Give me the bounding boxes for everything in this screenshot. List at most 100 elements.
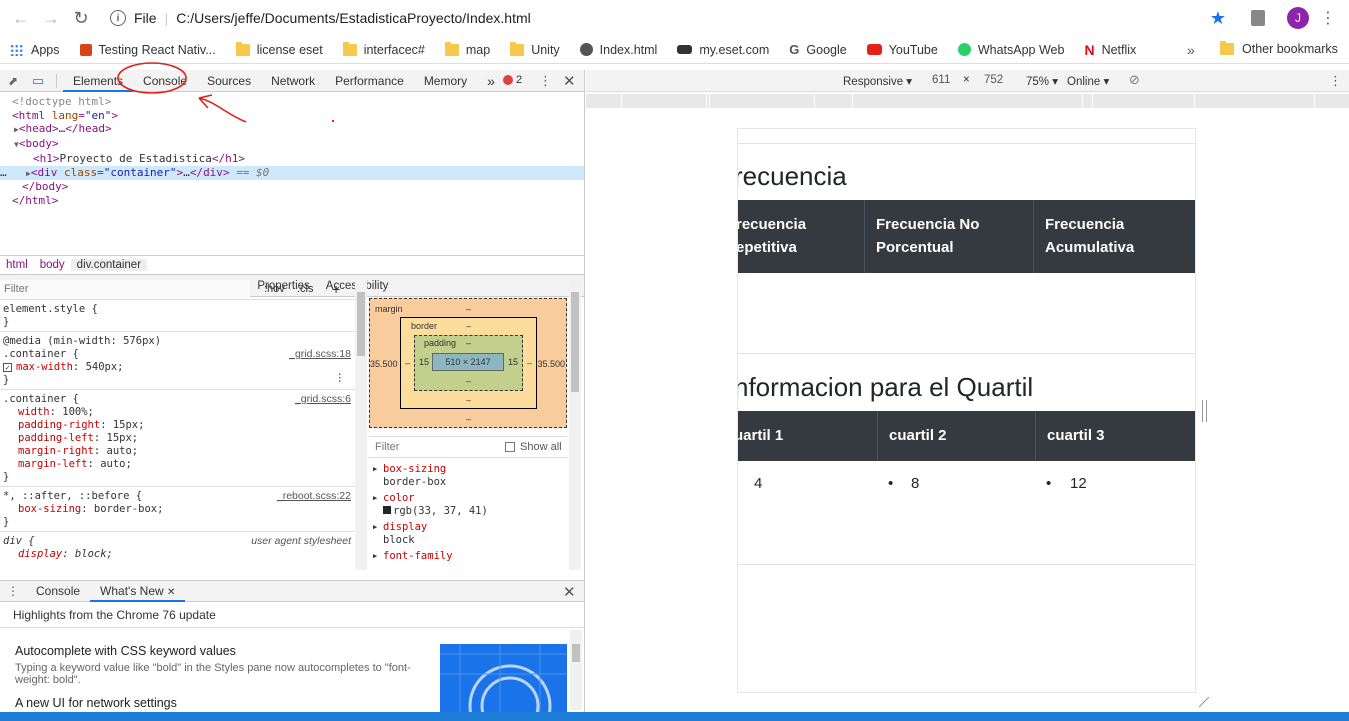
address-bar: ← → ↻ i File | C:/Users/jeffe/Documents/… [0, 0, 1349, 36]
bookmark-apps[interactable]: Apps [10, 43, 60, 57]
scrollbar-thumb[interactable] [571, 292, 579, 392]
bookmark-google[interactable]: G Google [789, 42, 846, 57]
bookmark-license-eset[interactable]: license eset [235, 41, 323, 57]
bookmark-testing-react[interactable]: Testing React Nativ... [79, 43, 216, 57]
dom-h1[interactable]: <h1>Proyecto de Estadistica</h1> [0, 152, 584, 166]
reload-button[interactable]: ↻ [66, 3, 96, 33]
device-toolbar-menu-icon[interactable]: ⋮ [1329, 73, 1342, 89]
url-text[interactable]: C:/Users/jeffe/Documents/EstadisticaProy… [176, 10, 531, 26]
resize-handle-corner[interactable] [1199, 697, 1209, 707]
error-count: 2 [516, 74, 523, 86]
computed-prop[interactable]: ▶ box-sizing border-box [369, 463, 567, 488]
tabs-overflow-button[interactable]: » [477, 70, 505, 92]
computed-prop[interactable]: ▶ font-family [369, 550, 567, 563]
crumb-body[interactable]: body [34, 259, 71, 271]
resize-handle-right[interactable] [1202, 400, 1207, 422]
viewport-height-input[interactable]: 752 [984, 74, 1003, 86]
dom-html-open[interactable]: <html lang="en"> [0, 109, 584, 123]
border-left-value: – [405, 358, 411, 368]
devtools-menu-icon[interactable]: ⋮ [539, 73, 552, 89]
bookmark-map[interactable]: map [444, 41, 490, 57]
header-line: Frecuencia [1045, 216, 1125, 233]
bookmark-index-html[interactable]: Index.html [579, 43, 657, 57]
dom-doctype[interactable]: <!doctype html> [0, 95, 584, 109]
rule-media-container[interactable]: @media (min-width: 576px) .container { _… [0, 332, 355, 390]
add-rule-icon[interactable]: + [332, 281, 340, 297]
rotate-icon[interactable]: ⊘ [1129, 72, 1140, 88]
bookmark-label: Unity [531, 42, 560, 57]
dom-body-close[interactable]: </body> [0, 180, 584, 194]
rule-container[interactable]: .container { _grid.scss:6 width: 100%; p… [0, 390, 355, 487]
drawer-tab-console[interactable]: Console [26, 580, 90, 602]
device-toggle-icon[interactable]: ▭ [26, 73, 50, 89]
bookmark-whatsapp[interactable]: WhatsApp Web [957, 43, 1064, 57]
source-link[interactable]: _reboot.scss:22 [277, 490, 351, 503]
network-throttle-select[interactable]: Online ▾ [1067, 74, 1109, 88]
avatar[interactable]: J [1283, 3, 1313, 33]
hov-toggle[interactable]: :hov [264, 283, 285, 295]
rule-element-style[interactable]: element.style { } [0, 300, 355, 332]
show-all-checkbox[interactable] [505, 442, 515, 452]
crumb-html[interactable]: html [0, 259, 34, 271]
tab-network[interactable]: Network [261, 70, 325, 92]
scrollbar-thumb[interactable] [572, 644, 580, 662]
computed-prop[interactable]: ▶ display block [369, 521, 567, 546]
box-model-padding[interactable]: padding – 15 15 – 510 × 2147 [414, 335, 523, 391]
close-icon[interactable]: ✕ [167, 587, 175, 598]
bookmark-unity[interactable]: Unity [510, 41, 560, 57]
menu-kebab-icon[interactable]: ⋮ [1313, 3, 1343, 33]
error-badge[interactable]: 2 [503, 74, 522, 86]
rule-universal[interactable]: *, ::after, ::before { _reboot.scss:22 b… [0, 487, 355, 532]
info-icon[interactable]: i [110, 10, 126, 26]
list-bullet: • [888, 475, 894, 492]
dom-head[interactable]: ▶<head>…</head> [0, 122, 584, 137]
other-bookmarks[interactable]: Other bookmarks [1220, 41, 1338, 56]
computed-filter-input[interactable]: Filter [375, 441, 399, 453]
viewport-width-input[interactable]: 611 [932, 74, 950, 86]
rule-menu-icon[interactable]: ⋮ [335, 372, 346, 385]
bookmark-my-eset[interactable]: my.eset.com [677, 43, 769, 57]
inspect-icon[interactable]: ⬈ [0, 74, 26, 88]
forward-button[interactable]: → [36, 3, 66, 33]
close-icon[interactable]: ✕ [563, 72, 576, 90]
source-link[interactable]: _grid.scss:18 [289, 348, 351, 361]
tab-performance[interactable]: Performance [325, 70, 414, 92]
omnibox[interactable]: i File | C:/Users/jeffe/Documents/Estadi… [102, 4, 1203, 32]
checkbox[interactable]: ✓ [3, 363, 12, 372]
tab-memory[interactable]: Memory [414, 70, 477, 92]
drawer-scrollbar[interactable] [570, 630, 582, 710]
dom-body-open[interactable]: ▼<body> [0, 137, 584, 152]
box-model-margin[interactable]: margin – 35.500 35.500 – border – – – – … [369, 298, 567, 428]
emulated-viewport[interactable]: recuencia recuencia epetitiva Frecuencia… [737, 128, 1196, 693]
computed-scrollbar[interactable] [569, 278, 581, 570]
drawer-close-icon[interactable]: ✕ [563, 583, 576, 601]
dom-div-container[interactable]: … ▶<div class="container">…</div> == $0 [0, 165, 584, 181]
styles-scrollbar[interactable] [355, 278, 367, 570]
color-swatch[interactable] [383, 505, 391, 514]
styles-filter-input[interactable] [0, 279, 250, 298]
bookmark-star-icon[interactable]: ★ [1203, 3, 1233, 33]
dom-html-close[interactable]: </html> [0, 194, 584, 208]
box-model-content[interactable]: 510 × 2147 [432, 353, 504, 371]
drawer-menu-icon[interactable]: ⋮ [0, 584, 26, 598]
border-right-value: – [526, 358, 532, 368]
drawer-tab-whats-new[interactable]: What's New ✕ [90, 580, 186, 602]
cls-toggle[interactable]: .cls [297, 283, 314, 295]
back-button[interactable]: ← [6, 3, 36, 33]
prop-line: margin-right: auto; [18, 445, 139, 457]
zoom-select[interactable]: 75% ▾ [1026, 74, 1058, 88]
scrollbar-thumb[interactable] [357, 292, 365, 356]
rule-div-ua[interactable]: div { user agent stylesheet display: blo… [0, 532, 355, 563]
device-mode-select[interactable]: Responsive ▾ [843, 74, 912, 88]
computed-prop[interactable]: ▶ color rgb(33, 37, 41) [369, 492, 567, 517]
media-query-bar[interactable] [586, 94, 1349, 108]
bookmark-netflix[interactable]: N Netflix [1084, 42, 1136, 58]
bookmark-interfacec[interactable]: interfacec# [342, 41, 425, 57]
box-model-border[interactable]: border – – – – padding – 15 15 – 510 × 2… [400, 317, 537, 409]
bookmark-youtube[interactable]: YouTube [866, 43, 938, 57]
crumb-div-container[interactable]: div.container [70, 259, 148, 271]
bookmarks-more-button[interactable]: » [1187, 42, 1195, 58]
folder-icon [1220, 41, 1234, 55]
extension-icon[interactable] [1243, 3, 1273, 33]
source-link[interactable]: _grid.scss:6 [295, 393, 351, 406]
